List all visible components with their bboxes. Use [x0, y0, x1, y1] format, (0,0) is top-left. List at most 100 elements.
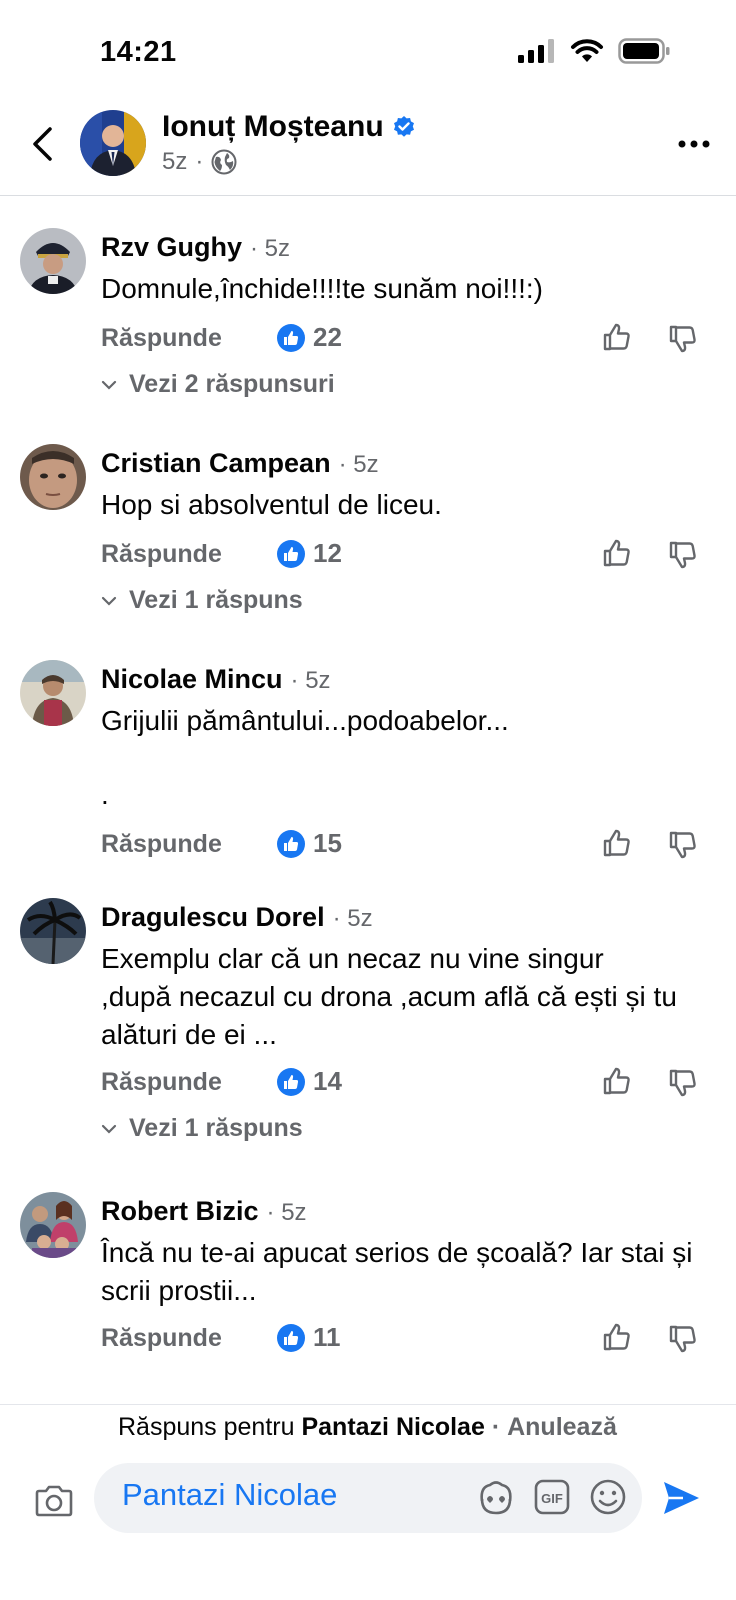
- comment-time: · 5z: [266, 1199, 307, 1226]
- comment-item: Rzv Gughy · 5z Domnule,închide!!!!te sun…: [0, 228, 736, 408]
- chevron-down-icon: [101, 380, 117, 390]
- avatar-image: [80, 110, 146, 176]
- cancel-reply-button[interactable]: Anulează: [507, 1413, 617, 1441]
- commenter-avatar[interactable]: [20, 228, 86, 294]
- reply-button[interactable]: Răspunde: [101, 540, 222, 569]
- send-button[interactable]: [660, 1477, 702, 1519]
- comment-time: · 5z: [332, 905, 373, 932]
- comment-actions: Răspunde 11: [101, 1320, 721, 1360]
- comment-time: · 5z: [290, 667, 331, 694]
- comment-text: Grijulii pământului...podoabelor...: [101, 705, 509, 736]
- svg-text:GIF: GIF: [541, 1491, 563, 1506]
- avatar-image: [20, 1192, 86, 1258]
- post-header: Ionuț Moșteanu 5z ·: [0, 100, 736, 196]
- more-dots-icon: [678, 140, 710, 148]
- reaction-summary[interactable]: 15: [277, 828, 342, 859]
- camera-button[interactable]: [32, 1481, 76, 1521]
- comment-author[interactable]: Rzv Gughy: [101, 232, 242, 263]
- author-avatar[interactable]: [80, 110, 146, 176]
- upvote-icon[interactable]: [601, 320, 635, 354]
- comment-item: Robert Bizic · 5z Încă nu te-ai apucat s…: [0, 1192, 736, 1392]
- comment-item: Cristian Campean · 5z Hop si absolventul…: [0, 444, 736, 624]
- view-replies-button[interactable]: Vezi 1 răspuns: [101, 1114, 303, 1143]
- upvote-icon[interactable]: [601, 1320, 635, 1354]
- comment-header: Dragulescu Dorel · 5z: [101, 902, 373, 933]
- replying-to-name: Pantazi Nicolae: [301, 1413, 485, 1441]
- chevron-left-icon: [33, 127, 52, 161]
- commenter-avatar[interactable]: [20, 660, 86, 726]
- comment-input[interactable]: Pantazi Nicolae GIF: [94, 1463, 642, 1533]
- comment-header: Nicolae Mincu · 5z: [101, 664, 331, 695]
- reply-composer: Răspuns pentru Pantazi Nicolae · Anuleaz…: [0, 1404, 736, 1600]
- comment-author[interactable]: Cristian Campean: [101, 448, 331, 479]
- chevron-down-icon: [101, 596, 117, 606]
- comment-actions: Răspunde 15: [101, 826, 721, 866]
- commenter-avatar[interactable]: [20, 444, 86, 510]
- like-count: 15: [313, 828, 342, 858]
- more-options-button[interactable]: [674, 130, 714, 158]
- view-replies-label: Vezi 2 răspunsuri: [129, 370, 335, 398]
- downvote-icon[interactable]: [667, 322, 701, 356]
- comments-list[interactable]: Rzv Gughy · 5z Domnule,închide!!!!te sun…: [0, 196, 736, 1404]
- downvote-icon[interactable]: [667, 828, 701, 862]
- comment-header: Rzv Gughy · 5z: [101, 232, 290, 263]
- comment-actions: Răspunde 14: [101, 1064, 721, 1104]
- upvote-icon[interactable]: [601, 826, 635, 860]
- comment-item: Dragulescu Dorel · 5z Exemplu clar că un…: [0, 898, 736, 1158]
- commenter-avatar[interactable]: [20, 1192, 86, 1258]
- globe-icon: [211, 149, 237, 175]
- comment-author[interactable]: Nicolae Mincu: [101, 664, 283, 695]
- chevron-down-icon: [101, 1124, 117, 1134]
- view-replies-label: Vezi 1 răspuns: [129, 586, 303, 614]
- comment-header: Robert Bizic · 5z: [101, 1196, 307, 1227]
- comment-text: Hop si absolventul de liceu.: [101, 489, 442, 520]
- comment-input-value[interactable]: Pantazi Nicolae: [122, 1477, 337, 1513]
- status-icons: [518, 38, 670, 64]
- author-name-row: Ionuț Moșteanu: [162, 110, 416, 144]
- avatar-image: [20, 228, 86, 294]
- comment-author[interactable]: Dragulescu Dorel: [101, 902, 325, 933]
- reaction-summary[interactable]: 22: [277, 322, 342, 353]
- replying-to-line: Răspuns pentru Pantazi Nicolae · Anuleaz…: [118, 1413, 617, 1442]
- comment-text: Exemplu clar că un necaz nu vine singur …: [101, 943, 677, 1050]
- wifi-icon: [571, 39, 603, 62]
- reaction-summary[interactable]: 14: [277, 1066, 342, 1097]
- reaction-summary[interactable]: 11: [277, 1322, 341, 1353]
- downvote-icon[interactable]: [667, 1066, 701, 1100]
- like-reaction-icon: [277, 1067, 305, 1096]
- reply-button[interactable]: Răspunde: [101, 830, 222, 859]
- cellular-signal-icon: [518, 39, 554, 63]
- like-count: 22: [313, 322, 342, 352]
- comment-author[interactable]: Robert Bizic: [101, 1196, 259, 1227]
- reply-button[interactable]: Răspunde: [101, 1068, 222, 1097]
- reply-button[interactable]: Răspunde: [101, 324, 222, 353]
- comment-actions: Răspunde 22: [101, 320, 721, 360]
- view-replies-button[interactable]: Vezi 2 răspunsuri: [101, 370, 335, 399]
- avatar-image: [20, 660, 86, 726]
- emoji-icon[interactable]: [588, 1477, 628, 1517]
- comment-text: Încă nu te-ai apucat serios de școală? I…: [101, 1237, 693, 1306]
- comment-header: Cristian Campean · 5z: [101, 448, 379, 479]
- battery-icon: [618, 38, 670, 64]
- gif-icon[interactable]: GIF: [532, 1477, 572, 1517]
- downvote-icon[interactable]: [667, 1322, 701, 1356]
- post-meta: 5z ·: [162, 148, 237, 176]
- upvote-icon[interactable]: [601, 1064, 635, 1098]
- upvote-icon[interactable]: [601, 536, 635, 570]
- reaction-summary[interactable]: 12: [277, 538, 342, 569]
- avatar-image: [20, 444, 86, 510]
- commenter-avatar[interactable]: [20, 898, 86, 964]
- view-replies-button[interactable]: Vezi 1 răspuns: [101, 586, 303, 615]
- meta-separator: ·: [195, 148, 204, 175]
- send-icon: [664, 1482, 699, 1514]
- like-count: 11: [313, 1322, 341, 1352]
- avatar-image: [20, 898, 86, 964]
- comment-actions: Răspunde 12: [101, 536, 721, 576]
- cancel-separator: ·: [491, 1413, 501, 1441]
- like-reaction-icon: [277, 1323, 305, 1352]
- author-name[interactable]: Ionuț Moșteanu: [162, 110, 384, 144]
- back-button[interactable]: [24, 122, 60, 166]
- downvote-icon[interactable]: [667, 538, 701, 572]
- avatar-sticker-icon[interactable]: [476, 1477, 516, 1517]
- reply-button[interactable]: Răspunde: [101, 1324, 222, 1353]
